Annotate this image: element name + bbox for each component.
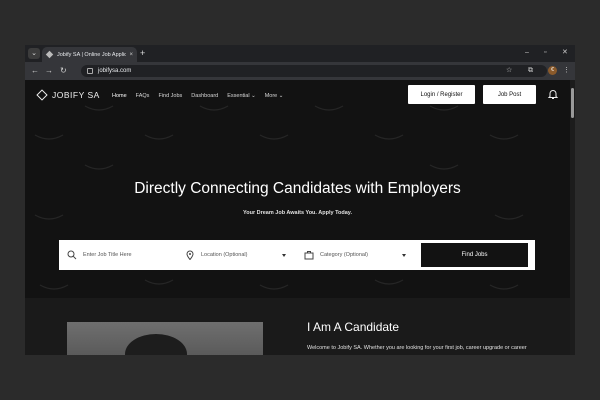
minimize-button[interactable]: – [525,48,529,58]
hero-headline: Directly Connecting Candidates with Empl… [134,180,461,197]
location-select[interactable]: Location (Optional) [185,240,247,270]
category-dropdown-icon[interactable] [402,254,406,257]
candidate-title: I Am A Candidate [307,320,400,334]
profile-avatar[interactable]: € [548,66,557,75]
tab-search-button[interactable]: ⌄ [28,48,40,59]
job-search-bar: Enter Job Title Here Location (Optional) [59,240,535,270]
location-dropdown-icon[interactable] [282,254,286,257]
browser-menu-icon[interactable]: ⋮ [563,66,570,76]
location-placeholder: Location (Optional) [201,252,248,258]
location-pin-icon [186,250,194,260]
restore-button[interactable]: ▫ [544,48,546,58]
briefcase-icon [304,251,314,260]
back-icon[interactable]: ← [31,66,39,76]
browser-toolbar: ← → ↻ jobifysa.com ☆ ⧉ € ⋮ [25,62,575,80]
nav-dashboard[interactable]: Dashboard [191,93,218,99]
bookmark-star-icon[interactable]: ☆ [506,66,512,76]
browser-window: ⌄ Jobify SA | Online Job Applicati... × … [25,45,575,355]
hero-subline: Your Dream Job Awaits You. Apply Today. [242,210,352,216]
job-title-input[interactable]: Enter Job Title Here [67,240,132,270]
category-select[interactable]: Category (Optional) [304,240,368,270]
address-bar[interactable]: jobifysa.com [81,65,547,77]
login-register-button[interactable]: Login / Register [408,85,475,104]
logo-text: JOBIFY SA [52,90,100,100]
nav-essential[interactable]: Essential ⌄ [227,93,255,99]
hero-section: JOBIFY SA Home FAQs Find Jobs Dashboard … [25,80,570,298]
nav-more-label: More [264,93,278,99]
candidate-photo [67,322,263,355]
job-post-button[interactable]: Job Post [483,85,536,104]
chevron-down-icon: ⌄ [251,93,256,99]
tab-strip: ⌄ Jobify SA | Online Job Applicati... × … [25,45,575,62]
tab-close-icon[interactable]: × [129,52,133,58]
nav-more[interactable]: More ⌄ [265,93,284,99]
nav-home[interactable]: Home [112,93,127,99]
favicon-icon [45,50,54,59]
page-viewport: JOBIFY SA Home FAQs Find Jobs Dashboard … [25,80,570,355]
new-tab-button[interactable]: + [140,48,145,59]
nav-faqs[interactable]: FAQs [136,93,150,99]
chevron-down-icon: ⌄ [278,93,284,99]
nav-essential-label: Essential [227,93,250,99]
reload-icon[interactable]: ↻ [60,66,67,76]
site-info-icon[interactable] [87,68,93,74]
url-text: jobifysa.com [98,68,132,74]
extensions-icon[interactable]: ⧉ [528,66,533,76]
site-logo[interactable]: JOBIFY SA [36,89,100,101]
main-nav: Home FAQs Find Jobs Dashboard Essential … [112,93,283,99]
nav-find-jobs[interactable]: Find Jobs [158,93,182,99]
search-icon [67,250,77,260]
page-scrollbar[interactable] [570,80,575,355]
candidate-description: Welcome to Jobify SA. Whether you are lo… [307,345,527,351]
forward-icon[interactable]: → [45,66,53,76]
candidate-section: I Am A Candidate Welcome to Jobify SA. W… [25,298,570,355]
browser-tab[interactable]: Jobify SA | Online Job Applicati... × [42,47,137,62]
logo-diamond-icon [36,89,48,101]
category-placeholder: Category (Optional) [320,252,368,258]
scrollbar-thumb[interactable] [571,88,574,118]
person-image [125,334,187,355]
bell-icon[interactable] [547,88,559,100]
job-title-placeholder: Enter Job Title Here [83,252,132,258]
close-window-button[interactable]: ✕ [562,48,568,58]
tab-title: Jobify SA | Online Job Applicati... [57,51,127,58]
find-jobs-button[interactable]: Find Jobs [421,243,528,267]
